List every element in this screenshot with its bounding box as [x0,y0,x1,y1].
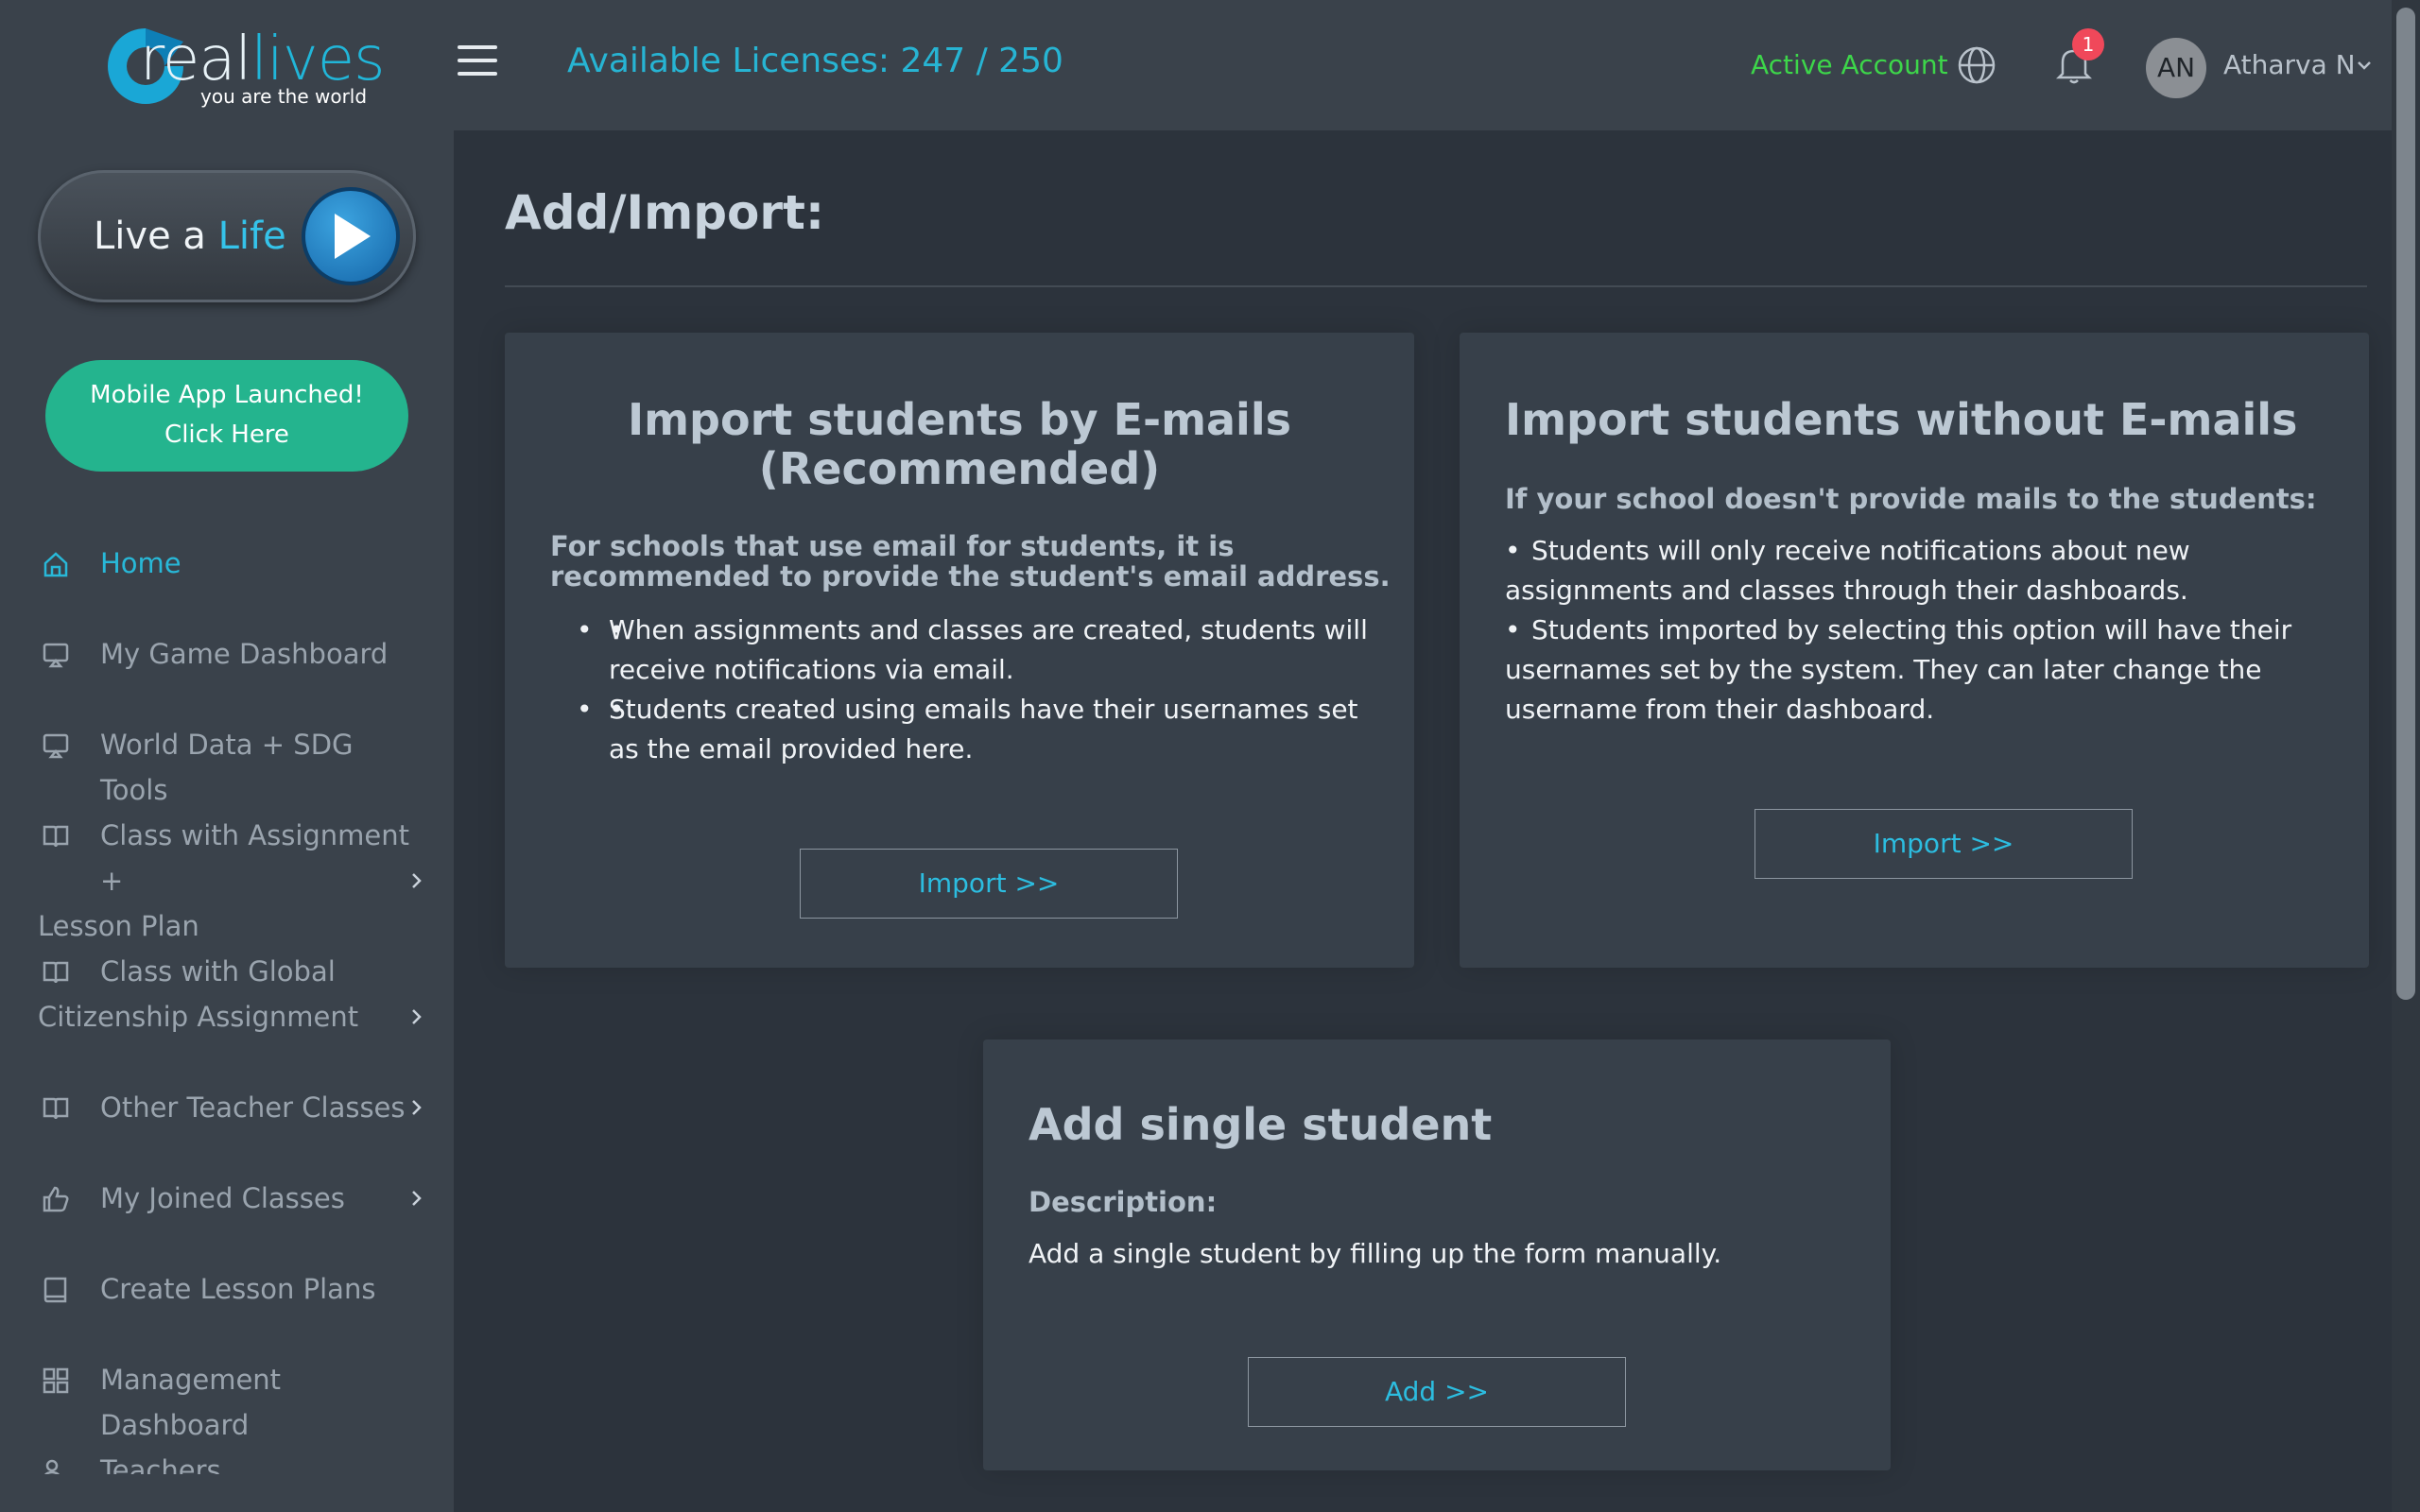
list-item: • Students will only receive notification… [1505,535,2190,606]
sidebar: reallives you are the world Live a Life … [0,0,454,1512]
home-icon [43,552,68,577]
sidebar-item-other-teacher-classes[interactable]: Other Teacher Classes [38,1085,425,1130]
page-title: Add/Import: [505,185,824,240]
sidebar-item-my-joined-classes[interactable]: My Joined Classes [38,1176,425,1221]
chevron-right-icon [412,873,422,888]
sidebar-item-class-with-assignment[interactable]: Class with Assignment + Lesson Plan [38,813,425,949]
book-open-icon [43,1097,69,1120]
sidebar-nav: Home My Game Dashboard World Data + SDG … [0,529,454,1474]
logo-tagline: you are the world [200,85,368,108]
book-open-icon [43,961,69,984]
chevron-right-icon [412,1191,422,1206]
avatar[interactable]: AN [2146,38,2206,98]
user-name[interactable]: Atharva N [2223,49,2356,80]
available-licenses: Available Licenses: 247 / 250 [567,42,1063,80]
logo-wordmark: reallives [140,25,385,94]
add-single-description-text: Add a single student by filling up the f… [1028,1238,1722,1269]
sidebar-item-my-game-dashboard[interactable]: My Game Dashboard [38,631,425,677]
live-a-life-label: Live a Life [94,215,286,258]
mobile-app-button[interactable]: Mobile App Launched! Click Here [45,360,408,472]
users-icon [44,1459,60,1474]
reallives-logo[interactable]: reallives you are the world [102,19,385,123]
scrollbar-thumb[interactable] [2396,8,2415,1000]
active-account-status: Active Account [1751,49,1948,80]
import-without-email-button[interactable]: Import >> [1754,809,2133,879]
import-without-email-bullets: • Students will only receive notification… [1505,531,2337,730]
globe-icon[interactable] [1957,45,1996,85]
chevron-down-icon[interactable] [2356,59,2373,72]
import-without-email-title: Import students without E-mails [1505,394,2298,445]
monitor-icon [43,643,69,668]
add-single-student-button[interactable]: Add >> [1248,1357,1626,1427]
live-a-life-button[interactable]: Live a Life [38,170,416,302]
add-single-description-label: Description: [1028,1186,1218,1218]
monitor-icon [43,733,69,759]
add-single-student-title: Add single student [1028,1099,1493,1150]
grid-icon [43,1367,69,1394]
chevron-right-icon [412,1009,422,1024]
top-header: Available Licenses: 247 / 250 Active Acc… [454,0,2392,130]
list-item: •Students created using emails have thei… [577,690,1374,769]
book-icon [43,1277,67,1303]
sidebar-item-create-lesson-plans[interactable]: Create Lesson Plans [38,1266,425,1312]
book-open-icon [43,825,69,848]
sidebar-item-home[interactable]: Home [38,541,425,586]
mobile-app-line1: Mobile App Launched! [90,381,364,409]
import-by-email-button[interactable]: Import >> [800,849,1178,919]
add-single-student-card: Add single student Description: Add a si… [983,1040,1891,1470]
list-item: •When assignments and classes are create… [577,610,1374,690]
import-by-email-subtitle: For schools that use email for students,… [550,530,1391,593]
sidebar-item-world-data[interactable]: World Data + SDG Tools [38,722,425,813]
hamburger-menu-icon[interactable] [458,45,497,77]
sidebar-item-global-citizenship[interactable]: Class with Global Citizenship Assignment [38,949,425,1040]
import-by-email-title: Import students by E-mails (Recommended) [628,394,1291,494]
mobile-app-line2: Click Here [164,421,289,449]
import-by-email-bullets: •When assignments and classes are create… [577,610,1374,769]
import-without-email-card: Import students without E-mails If your … [1460,333,2369,968]
sidebar-item-teachers[interactable]: Teachers [38,1448,425,1474]
chevron-right-icon [412,1100,422,1115]
play-icon [302,187,400,285]
sidebar-item-management-dashboard[interactable]: Management Dashboard [38,1357,425,1448]
import-without-email-subtitle: If your school doesn't provide mails to … [1505,483,2317,515]
notification-badge: 1 [2072,28,2104,60]
title-divider [505,285,2367,287]
thumbs-up-icon [43,1186,69,1212]
import-by-email-card: Import students by E-mails (Recommended)… [505,333,1414,968]
list-item: • Students imported by selecting this opt… [1505,614,2292,725]
page-scrollbar[interactable] [2392,0,2420,1512]
